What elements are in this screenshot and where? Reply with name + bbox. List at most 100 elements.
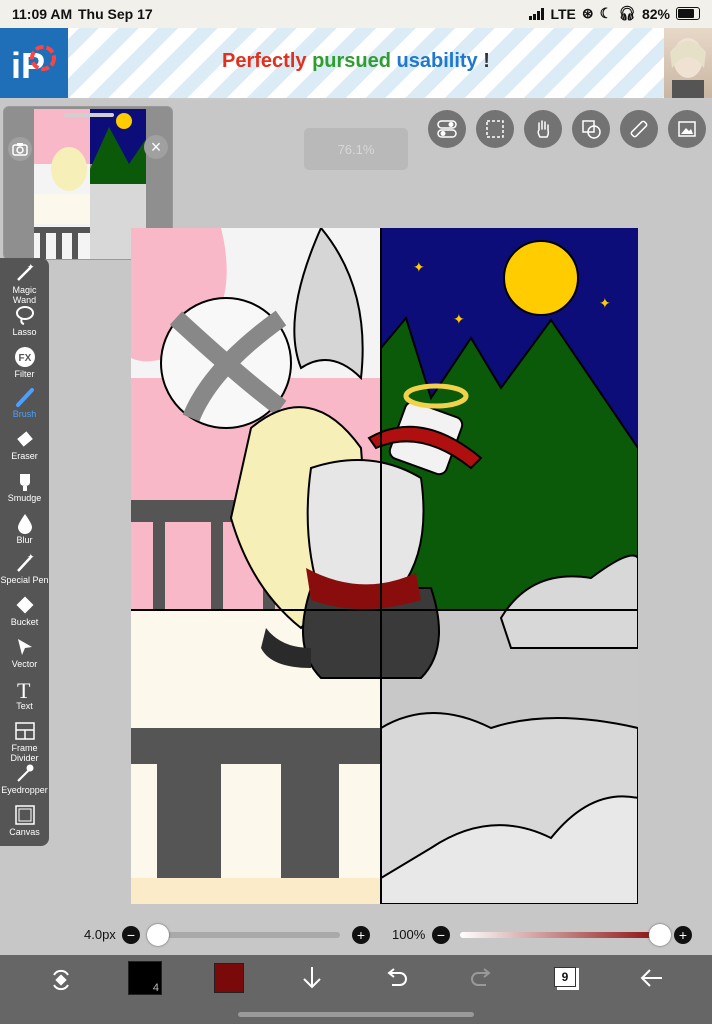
selection-icon[interactable] (476, 110, 514, 148)
tool-canvas[interactable]: Canvas (0, 804, 49, 837)
tool-bucket[interactable]: Bucket (0, 594, 49, 627)
ruler-icon[interactable] (620, 110, 658, 148)
smudge-icon (19, 474, 30, 491)
moon-icon: ☾ (599, 5, 613, 21)
swap-tools-icon[interactable] (48, 967, 74, 993)
size-slider-track[interactable] (150, 932, 340, 938)
tool-label: Eraser (11, 451, 38, 461)
signal-icon (529, 7, 545, 20)
tool-label: Brush (12, 409, 37, 419)
frame-divider-icon (14, 722, 35, 740)
preview-drag-handle[interactable] (64, 113, 114, 117)
svg-text:✦: ✦ (453, 311, 465, 327)
vector-arrow-icon (17, 639, 32, 655)
redo-icon[interactable] (468, 967, 494, 989)
brush-icon (15, 388, 34, 407)
image-icon[interactable] (668, 110, 706, 148)
undo-icon[interactable] (384, 967, 410, 989)
ad-character-image (664, 28, 712, 98)
top-toolbar (428, 110, 706, 148)
battery-icon (676, 7, 700, 20)
tool-label: Eyedropper (1, 785, 48, 795)
status-time: 11:09 AM (12, 6, 73, 22)
brush-sliders: 4.0px − + 100% − + (0, 920, 712, 950)
svg-text:✦: ✦ (599, 295, 611, 311)
tool-label: Magic Wand (12, 285, 37, 305)
size-decrease-button[interactable]: − (122, 926, 140, 944)
close-preview-icon[interactable]: × (144, 135, 168, 159)
tagline-word: ! (483, 50, 490, 72)
opacity-increase-button[interactable]: + (674, 926, 692, 944)
home-indicator (238, 1012, 474, 1017)
toggle-icon[interactable] (428, 110, 466, 148)
opacity-slider-track[interactable] (460, 932, 660, 938)
headphones-icon: 🎧︎ (618, 5, 636, 21)
tool-special-pen[interactable]: ✦ Special Pen (0, 552, 49, 585)
tool-label: Smudge (7, 493, 42, 503)
tool-frame-divider[interactable]: Frame Divider (0, 720, 49, 763)
layer-transform-icon[interactable] (572, 110, 610, 148)
svg-text:✦: ✦ (413, 259, 425, 275)
special-pen-icon: ✦ (16, 552, 35, 572)
lock-rotation-icon: ⊛ (581, 5, 594, 21)
brush-size-label: 4.0px (84, 927, 116, 942)
lasso-icon (15, 306, 34, 325)
tool-eyedropper[interactable]: Eyedropper (0, 762, 49, 795)
back-arrow-icon[interactable] (638, 967, 664, 989)
svg-text:✦: ✦ (27, 552, 35, 562)
eyedropper-icon (16, 764, 33, 782)
tool-eraser[interactable]: Eraser (0, 428, 49, 461)
secondary-color-swatch[interactable] (214, 963, 244, 993)
tool-smudge[interactable]: Smudge (0, 470, 49, 503)
status-date: Thu Sep 17 (78, 6, 153, 22)
drawing-canvas[interactable]: ✦ ✦ ✦ (131, 228, 638, 904)
camera-icon[interactable] (8, 137, 32, 161)
brush-number: 4 (152, 982, 159, 994)
size-slider-knob[interactable] (146, 924, 169, 946)
svg-text:T: T (17, 678, 31, 700)
magic-wand-icon: ✦ (16, 262, 35, 281)
tool-label: Blur (16, 535, 33, 545)
canvas-icon (14, 805, 35, 825)
tagline-word: usability (396, 50, 478, 72)
tool-label: Lasso (12, 327, 37, 337)
svg-text:iP: iP (11, 45, 45, 86)
tool-sidebar: ✦ Magic Wand Lasso FX Filter Brush Erase… (0, 258, 49, 846)
ibis-logo-icon: iP (11, 45, 56, 86)
tool-label: Special Pen (0, 575, 49, 585)
eraser-icon (16, 431, 33, 447)
status-right: LTE ⊛ ☾ 🎧︎ 82% (529, 5, 700, 22)
fx-icon: FX (14, 347, 35, 367)
status-bar: 11:09 AM Thu Sep 17 LTE ⊛ ☾ 🎧︎ 82% (0, 0, 712, 28)
ad-tagline: Perfectly pursued usability ! (222, 50, 490, 73)
tool-filter[interactable]: FX Filter (0, 346, 49, 379)
ad-banner[interactable]: iP Perfectly pursued usability ! (0, 28, 712, 100)
opacity-decrease-button[interactable]: − (432, 926, 450, 944)
bucket-icon (16, 596, 33, 614)
tool-lasso[interactable]: Lasso (0, 304, 49, 337)
tool-vector[interactable]: Vector (0, 636, 49, 669)
svg-text:FX: FX (18, 353, 31, 364)
tool-blur[interactable]: Blur (0, 512, 49, 545)
opacity-slider-knob[interactable] (649, 924, 671, 946)
zoom-indicator: 76.1% (304, 128, 408, 170)
tool-label: Text (16, 701, 33, 711)
svg-text:✦: ✦ (27, 262, 35, 272)
tool-magic-wand[interactable]: ✦ Magic Wand (0, 262, 49, 305)
text-t-icon: T (17, 678, 31, 700)
tool-label: Frame Divider (10, 743, 39, 763)
tool-text[interactable]: T Text (0, 678, 49, 711)
battery-percent: 82% (641, 5, 670, 22)
layer-count: 9 (554, 967, 576, 987)
tool-label: Canvas (9, 827, 40, 837)
tool-brush[interactable]: Brush (0, 386, 49, 419)
hand-icon[interactable] (524, 110, 562, 148)
download-icon[interactable] (300, 965, 324, 991)
network-label: LTE (550, 5, 576, 22)
blur-drop-icon (17, 514, 32, 534)
primary-color-swatch[interactable]: 4 (128, 961, 162, 995)
layers-button[interactable]: 9 (554, 965, 579, 990)
size-increase-button[interactable]: + (352, 926, 370, 944)
tagline-word: Perfectly (222, 50, 307, 72)
opacity-label: 100% (392, 927, 426, 942)
